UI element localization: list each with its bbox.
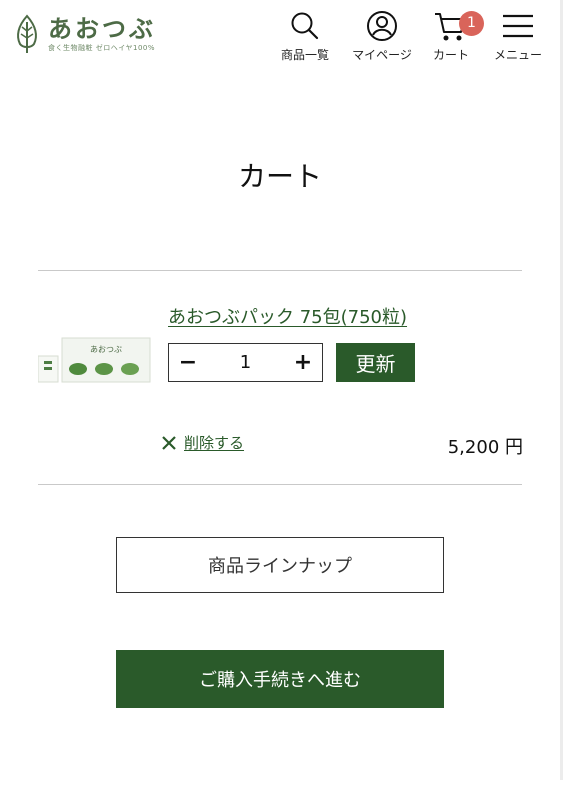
remove-item-label: 削除する <box>184 434 245 452</box>
update-button[interactable]: 更新 <box>336 343 415 382</box>
user-icon <box>367 11 397 41</box>
nav-mypage-label: マイページ <box>352 48 412 62</box>
nav-cart[interactable]: 1 カート <box>426 10 484 63</box>
cart-count-badge: 1 <box>459 11 484 36</box>
product-name-link[interactable]: あおつぶパック 75包(750粒) <box>168 303 407 329</box>
divider <box>38 270 522 271</box>
quantity-stepper: − + <box>168 343 323 382</box>
leaf-logo-icon <box>17 14 37 53</box>
page-title: カート <box>237 160 322 193</box>
product-lineup-button[interactable]: 商品ラインナップ <box>116 537 444 593</box>
site-logo[interactable]: あおつぶ 食く生物融粧 ゼロヘイヤ100% <box>14 14 156 54</box>
hamburger-menu-icon <box>503 14 533 38</box>
increase-quantity-button[interactable]: + <box>284 344 322 381</box>
nav-cart-label: カート <box>432 48 469 62</box>
decrease-quantity-button[interactable]: − <box>169 344 207 381</box>
site-header: あおつぶ 食く生物融粧 ゼロヘイヤ100% 商品一覧 マイページ 1 カート メ… <box>0 0 560 70</box>
product-thumbnail[interactable]: あおつぶ <box>38 336 152 386</box>
logo-title: あおつぶ <box>48 13 156 43</box>
remove-item-link[interactable]: 削除する <box>160 432 244 453</box>
item-price: 5,200 円 <box>447 437 523 458</box>
nav-products-label: 商品一覧 <box>280 48 329 62</box>
search-icon <box>291 12 319 40</box>
nav-menu[interactable]: メニュー <box>490 10 546 63</box>
close-icon <box>162 435 176 450</box>
logo-subtitle: 食く生物融粧 ゼロヘイヤ100% <box>48 43 156 52</box>
nav-mypage[interactable]: マイページ <box>348 10 416 63</box>
checkout-button[interactable]: ご購入手続きへ進む <box>116 650 444 708</box>
nav-products[interactable]: 商品一覧 <box>276 10 334 63</box>
nav-menu-label: メニュー <box>493 48 542 62</box>
thumbnail-brand-text: あおつぶ <box>90 345 122 354</box>
divider <box>38 484 522 485</box>
quantity-input[interactable] <box>207 352 284 373</box>
